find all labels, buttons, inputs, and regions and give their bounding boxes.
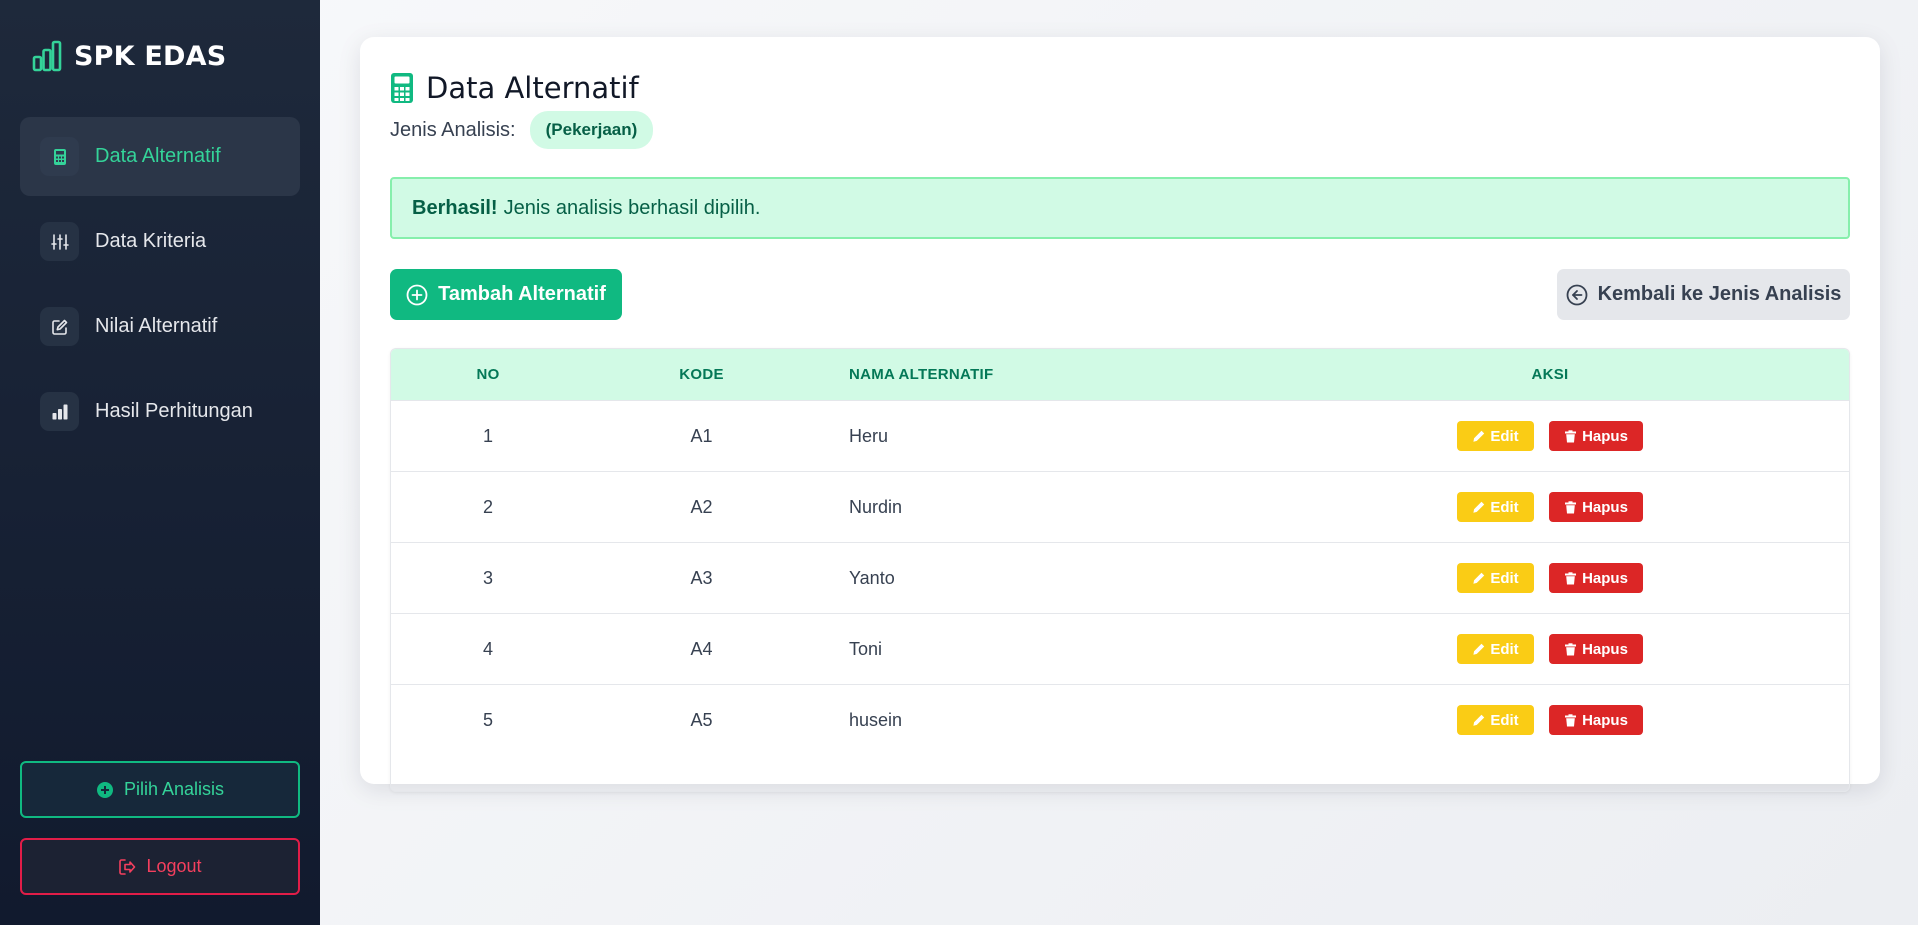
edit-button[interactable]: Edit xyxy=(1457,705,1534,735)
plus-circle-icon xyxy=(406,284,428,305)
cell-kode: A2 xyxy=(690,496,713,517)
hapus-label: Hapus xyxy=(1582,427,1628,445)
table-row: 3 A3 Yanto Edit Hapus xyxy=(391,542,1849,613)
edit-label: Edit xyxy=(1490,711,1519,729)
sidebar-item-nilai-alternatif[interactable]: Nilai Alternatif xyxy=(20,287,300,366)
table-row: 2 A2 Nurdin Edit Hapus xyxy=(391,471,1849,542)
column-header-no: NO xyxy=(476,366,500,383)
alert-title: Berhasil! xyxy=(412,196,498,219)
sliders-icon xyxy=(40,222,79,261)
sidebar-item-data-alternatif[interactable]: Data Alternatif xyxy=(20,117,300,196)
logout-label: Logout xyxy=(146,856,202,876)
edit-button[interactable]: Edit xyxy=(1457,421,1534,451)
jenis-analisis: Jenis Analisis: (Pekerjaan) xyxy=(390,111,654,149)
page-header: Data Alternatif xyxy=(390,71,639,105)
cell-nama: Heru xyxy=(849,425,889,446)
cell-kode: A4 xyxy=(690,638,713,659)
table-row: 5 A5 husein Edit Hapus xyxy=(391,684,1849,755)
cell-aksi: Edit Hapus xyxy=(1249,543,1849,613)
column-header-aksi: AKSI xyxy=(1531,366,1569,383)
edit-button[interactable]: Edit xyxy=(1457,563,1534,593)
edit-label: Edit xyxy=(1490,498,1519,516)
pencil-icon xyxy=(1473,714,1485,726)
cell-nama: Nurdin xyxy=(849,496,903,517)
brand-name: SPK EDAS xyxy=(74,40,227,72)
kembali-label: Kembali ke Jenis Analisis xyxy=(1597,283,1842,305)
cell-aksi: Edit Hapus xyxy=(1249,401,1849,471)
cell-nama: husein xyxy=(849,709,903,730)
sidebar-item-label: Nilai Alternatif xyxy=(95,315,218,337)
cell-no: 1 xyxy=(482,425,493,446)
edit-label: Edit xyxy=(1490,640,1519,658)
cell-nama: Yanto xyxy=(849,567,895,588)
hapus-label: Hapus xyxy=(1582,569,1628,587)
alert-message: Jenis analisis berhasil dipilih. xyxy=(503,196,761,219)
cell-nama: Toni xyxy=(849,638,883,659)
edit-icon xyxy=(40,307,79,346)
trash-icon xyxy=(1565,571,1577,584)
calculator-icon xyxy=(40,137,79,176)
brand[interactable]: SPK EDAS xyxy=(32,40,226,72)
sidebar-item-data-kriteria[interactable]: Data Kriteria xyxy=(20,202,300,281)
page-title: Data Alternatif xyxy=(426,71,639,105)
pilih-analisis-button[interactable]: Pilih Analisis xyxy=(20,761,300,818)
sidebar-item-label: Data Kriteria xyxy=(95,230,207,252)
plus-circle-icon xyxy=(96,781,113,798)
cell-aksi: Edit Hapus xyxy=(1249,472,1849,542)
sign-out-icon xyxy=(119,858,136,875)
cell-no: 5 xyxy=(482,709,493,730)
cell-kode: A5 xyxy=(690,709,713,730)
cell-no: 3 xyxy=(482,567,493,588)
logout-button[interactable]: Logout xyxy=(20,838,300,895)
sidebar: SPK EDAS Data Alternatif Data Kriteria N… xyxy=(0,0,320,925)
edit-button[interactable]: Edit xyxy=(1457,634,1534,664)
hapus-button[interactable]: Hapus xyxy=(1549,492,1643,522)
table-header: NO KODE NAMA ALTERNATIF AKSI xyxy=(391,349,1849,400)
edit-button[interactable]: Edit xyxy=(1457,492,1534,522)
bar-chart-icon xyxy=(32,40,62,72)
cell-aksi: Edit Hapus xyxy=(1249,685,1849,755)
tambah-alternatif-label: Tambah Alternatif xyxy=(438,283,606,305)
sidebar-item-label: Hasil Perhitungan xyxy=(95,400,253,422)
tambah-alternatif-button[interactable]: Tambah Alternatif xyxy=(390,269,622,320)
arrow-left-circle-icon xyxy=(1566,284,1587,305)
pencil-icon xyxy=(1473,643,1485,655)
jenis-analisis-label: Jenis Analisis: xyxy=(390,118,516,141)
alternatif-table: NO KODE NAMA ALTERNATIF AKSI 1 A1 Heru E… xyxy=(390,348,1850,792)
column-header-kode: KODE xyxy=(679,366,724,383)
pencil-icon xyxy=(1473,501,1485,513)
pencil-icon xyxy=(1473,572,1485,584)
column-header-nama: NAMA ALTERNATIF xyxy=(849,366,994,383)
hapus-label: Hapus xyxy=(1582,498,1628,516)
hapus-button[interactable]: Hapus xyxy=(1549,634,1643,664)
cell-aksi: Edit Hapus xyxy=(1249,614,1849,684)
sidebar-item-label: Data Alternatif xyxy=(95,145,221,167)
trash-icon xyxy=(1565,500,1577,513)
chart-bar-icon xyxy=(40,392,79,431)
table-row: 1 A1 Heru Edit Hapus xyxy=(391,400,1849,471)
hapus-label: Hapus xyxy=(1582,640,1628,658)
sidebar-item-hasil-perhitungan[interactable]: Hasil Perhitungan xyxy=(20,372,300,451)
pencil-icon xyxy=(1473,430,1485,442)
edit-label: Edit xyxy=(1490,427,1519,445)
trash-icon xyxy=(1565,429,1577,442)
success-alert: Berhasil! Jenis analisis berhasil dipili… xyxy=(390,177,1850,239)
trash-icon xyxy=(1565,642,1577,655)
pilih-analisis-label: Pilih Analisis xyxy=(123,779,225,799)
edit-label: Edit xyxy=(1490,569,1519,587)
kembali-button[interactable]: Kembali ke Jenis Analisis xyxy=(1557,269,1850,320)
cell-kode: A1 xyxy=(690,425,713,446)
table-row: 4 A4 Toni Edit Hapus xyxy=(391,613,1849,684)
calculator-icon xyxy=(391,73,413,103)
jenis-analisis-badge: (Pekerjaan) xyxy=(529,111,654,149)
trash-icon xyxy=(1565,713,1577,726)
hapus-button[interactable]: Hapus xyxy=(1549,421,1643,451)
cell-kode: A3 xyxy=(690,567,713,588)
main-card: Data Alternatif Jenis Analisis: (Pekerja… xyxy=(360,37,1880,792)
cell-no: 2 xyxy=(482,496,493,517)
hapus-button[interactable]: Hapus xyxy=(1549,705,1643,735)
hapus-label: Hapus xyxy=(1582,711,1628,729)
hapus-button[interactable]: Hapus xyxy=(1549,563,1643,593)
cell-no: 4 xyxy=(482,638,493,659)
